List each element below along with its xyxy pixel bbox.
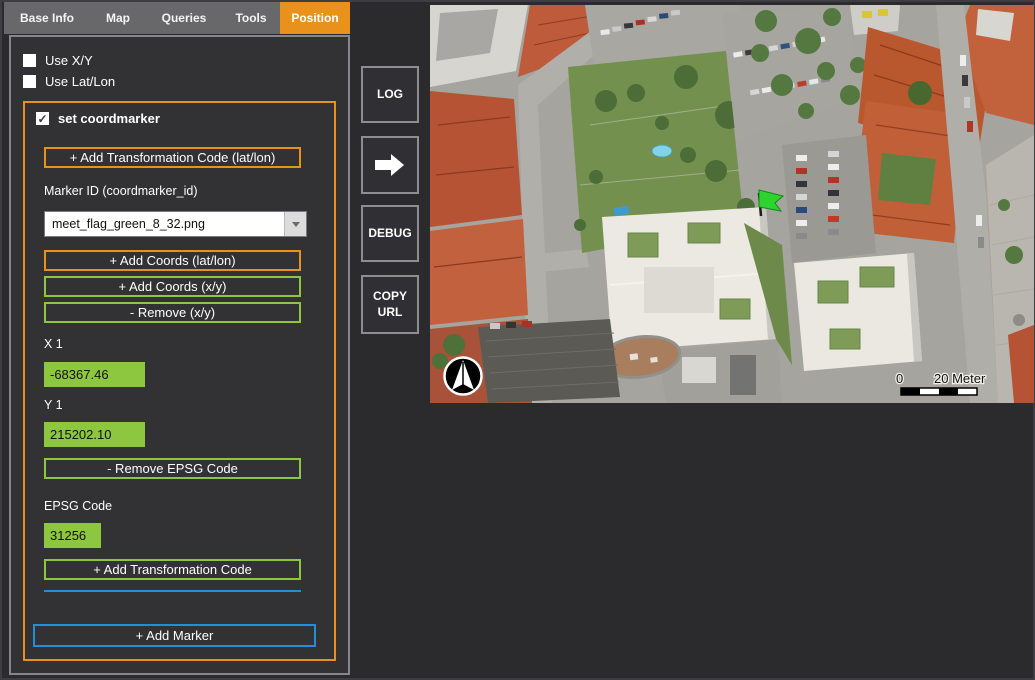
tab-base-info[interactable]: Base Info [4,2,90,34]
copy-url-button[interactable]: COPY URL [361,275,419,334]
scale-zero-label: 0 [896,371,903,386]
dropdown-chevron-button[interactable] [284,212,306,236]
tab-tools[interactable]: Tools [222,2,280,34]
north-arrow-icon [445,358,482,395]
tab-bar: Base Info Map Queries Tools Position [4,2,350,34]
marker-id-label: Marker ID (coordmarker_id) [44,184,198,198]
remove-xy-button[interactable]: - Remove (x/y) [44,302,301,323]
set-coordmarker-row: ✓ set coordmarker [36,111,160,126]
epsg-code-label: EPSG Code [44,499,112,513]
apply-arrow-button[interactable] [361,136,419,194]
add-coords-xy-button[interactable]: + Add Coords (x/y) [44,276,301,297]
marker-id-dropdown[interactable]: meet_flag_green_8_32.png [44,211,307,237]
pool [652,145,672,157]
epsg-code-input[interactable] [44,523,101,548]
marker-id-selected-value: meet_flag_green_8_32.png [45,212,284,236]
y1-label: Y 1 [44,398,63,412]
debug-button[interactable]: DEBUG [361,205,419,262]
remove-epsg-code-button[interactable]: - Remove EPSG Code [44,458,301,479]
x1-input[interactable] [44,362,145,387]
add-transformation-code-latlon-button[interactable]: + Add Transformation Code (lat/lon) [44,147,301,168]
use-xy-label: Use X/Y [45,53,93,68]
tab-queries[interactable]: Queries [146,2,222,34]
set-coordmarker-label: set coordmarker [58,111,160,126]
log-button[interactable]: LOG [361,66,419,123]
position-panel: Use X/Y Use Lat/Lon ✓ set coordmarker + … [9,35,350,675]
x1-label: X 1 [44,337,63,351]
use-xy-row: Use X/Y [23,53,93,68]
use-latlon-label: Use Lat/Lon [45,74,115,89]
y1-input[interactable] [44,422,145,447]
add-marker-button[interactable]: + Add Marker [33,624,316,647]
aerial-photo[interactable]: 0 20 Meter [430,5,1034,403]
add-coords-latlon-button[interactable]: + Add Coords (lat/lon) [44,250,301,271]
chevron-down-icon [292,222,300,227]
set-coordmarker-group: ✓ set coordmarker + Add Transformation C… [23,101,336,661]
add-transformation-code-button[interactable]: + Add Transformation Code [44,559,301,580]
use-latlon-row: Use Lat/Lon [23,74,115,89]
tab-position[interactable]: Position [280,2,350,34]
blue-divider [44,590,301,592]
tab-map[interactable]: Map [90,2,146,34]
set-coordmarker-checkbox[interactable]: ✓ [36,112,49,125]
scale-distance-label: 20 Meter [934,371,986,386]
use-xy-checkbox[interactable] [23,54,36,67]
use-latlon-checkbox[interactable] [23,75,36,88]
map-viewport[interactable]: 0 20 Meter [430,5,1034,403]
arrow-right-icon [375,153,405,177]
